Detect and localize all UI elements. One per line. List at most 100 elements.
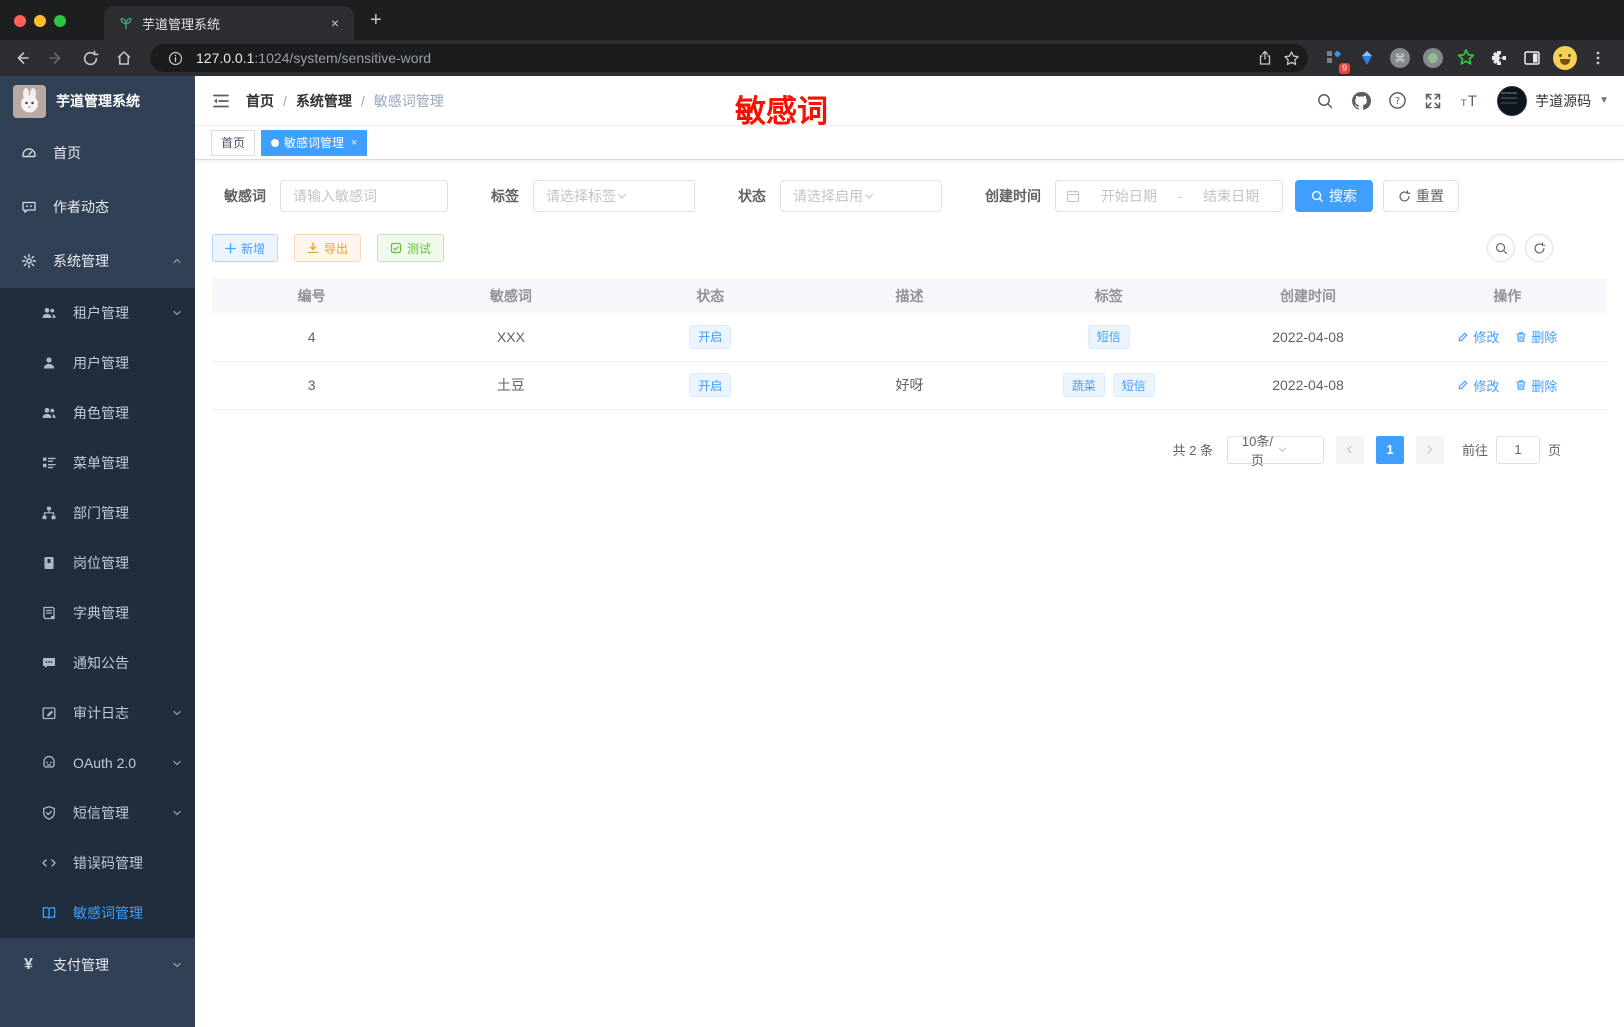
chevron-down-icon bbox=[863, 190, 933, 202]
sidebar-item-user[interactable]: 用户管理 bbox=[0, 338, 195, 388]
sidebar-item-author[interactable]: 作者动态 bbox=[0, 180, 195, 234]
delete-link[interactable]: 删除 bbox=[1515, 327, 1557, 346]
sidebar-item-label: 支付管理 bbox=[53, 957, 109, 973]
browser-tab[interactable]: 芋道管理系统 × bbox=[104, 6, 354, 40]
bookmark-star-icon[interactable] bbox=[1278, 45, 1304, 71]
address-bar[interactable]: 127.0.0.1:1024/system/sensitive-word bbox=[150, 44, 1308, 72]
sidebar-item-sensitive-word[interactable]: 敏感词管理 bbox=[0, 888, 195, 938]
github-icon[interactable] bbox=[1347, 87, 1375, 115]
url-text[interactable]: 127.0.0.1:1024/system/sensitive-word bbox=[196, 50, 1252, 66]
test-button[interactable]: 测试 bbox=[377, 234, 445, 262]
caret-down-icon: ▼ bbox=[1599, 95, 1609, 106]
sidebar-item-notice[interactable]: 通知公告 bbox=[0, 638, 195, 688]
search-button[interactable]: 搜索 bbox=[1295, 180, 1373, 212]
oauth-icon bbox=[40, 755, 57, 771]
export-button[interactable]: 导出 bbox=[294, 234, 362, 262]
delete-link[interactable]: 删除 bbox=[1515, 376, 1557, 395]
reset-button[interactable]: 重置 bbox=[1383, 180, 1459, 212]
extension-command-icon[interactable]: ⌘ bbox=[1386, 44, 1414, 72]
table-row: 3 土豆 开启 好呀 蔬菜 短信 2022-04-08 修改 删除 bbox=[212, 361, 1607, 410]
filter-tag-select[interactable]: 请选择标签 bbox=[533, 180, 695, 212]
tab-close-icon[interactable]: × bbox=[326, 14, 344, 32]
tag-close-icon[interactable]: × bbox=[351, 137, 357, 149]
next-page-button[interactable] bbox=[1415, 435, 1444, 464]
add-button[interactable]: 新增 bbox=[212, 234, 279, 262]
sidebar-item-audit-log[interactable]: 审计日志 bbox=[0, 688, 195, 738]
post-icon bbox=[40, 555, 57, 571]
minimize-window-button[interactable] bbox=[34, 15, 46, 27]
help-icon[interactable]: ? bbox=[1383, 87, 1411, 115]
filter-status-label: 状态 bbox=[738, 188, 766, 204]
chevron-down-icon bbox=[171, 707, 183, 719]
filter-tag-placeholder: 请选择标签 bbox=[546, 188, 616, 204]
col-header-created: 创建时间 bbox=[1208, 278, 1408, 313]
sidebar-logo[interactable]: 芋道管理系统 bbox=[0, 76, 195, 126]
extension-gem-icon[interactable] bbox=[1353, 44, 1381, 72]
refresh-button[interactable] bbox=[1525, 234, 1553, 262]
home-icon[interactable] bbox=[110, 44, 138, 72]
page-number-button[interactable]: 1 bbox=[1375, 435, 1404, 464]
browser-menu-icon[interactable] bbox=[1584, 44, 1612, 72]
sidebar-item-label: 作者动态 bbox=[53, 199, 109, 215]
profile-avatar-icon[interactable] bbox=[1551, 44, 1579, 72]
site-info-icon[interactable] bbox=[162, 45, 188, 71]
tags-view-bar: 首页 敏感词管理 × bbox=[195, 126, 1624, 160]
goto-page-input[interactable] bbox=[1495, 435, 1540, 464]
sidebar-item-oauth[interactable]: OAuth 2.0 bbox=[0, 738, 195, 788]
filter-daterange-picker[interactable]: 开始日期 - 结束日期 bbox=[1055, 180, 1283, 212]
reload-icon[interactable] bbox=[76, 44, 104, 72]
col-header-status: 状态 bbox=[610, 278, 810, 313]
zoom-window-button[interactable] bbox=[54, 15, 66, 27]
app: 芋道管理系统 首页 作者动态 系统管理 租户管理 用户管理 角色管理 菜单管理 … bbox=[0, 76, 1624, 1027]
sidebar-item-pay[interactable]: ¥ 支付管理 bbox=[0, 938, 195, 992]
hamburger-icon[interactable] bbox=[210, 90, 232, 112]
extension-green-star-icon[interactable] bbox=[1452, 44, 1480, 72]
extension-puzzle-icon[interactable] bbox=[1485, 44, 1513, 72]
side-panel-icon[interactable] bbox=[1518, 44, 1546, 72]
tag-badge: 短信 bbox=[1087, 324, 1130, 349]
show-search-toggle-button[interactable] bbox=[1487, 234, 1515, 262]
app-title: 芋道管理系统 bbox=[56, 93, 140, 109]
sidebar-item-errcode[interactable]: 错误码管理 bbox=[0, 838, 195, 888]
edit-link[interactable]: 修改 bbox=[1457, 327, 1499, 346]
extension-record-icon[interactable] bbox=[1419, 44, 1447, 72]
sidebar-item-label: 敏感词管理 bbox=[73, 905, 143, 921]
svg-text:T: T bbox=[1460, 99, 1467, 109]
table-toolbar: 新增 导出 测试 bbox=[212, 234, 1607, 262]
sidebar-item-sms[interactable]: 短信管理 bbox=[0, 788, 195, 838]
close-window-button[interactable] bbox=[14, 15, 26, 27]
new-tab-button[interactable]: + bbox=[354, 9, 398, 40]
user-menu[interactable]: 芋道源码 ▼ bbox=[1497, 85, 1609, 116]
share-icon[interactable] bbox=[1252, 45, 1278, 71]
pagination-goto: 前往 页 bbox=[1462, 435, 1561, 464]
sidebar-item-home[interactable]: 首页 bbox=[0, 126, 195, 180]
org-icon bbox=[40, 505, 57, 521]
sidebar-item-tenant[interactable]: 租户管理 bbox=[0, 288, 195, 338]
page-size-select[interactable]: 10条/页 bbox=[1226, 434, 1324, 468]
sidebar-item-system[interactable]: 系统管理 bbox=[0, 234, 195, 288]
window-controls[interactable] bbox=[0, 15, 80, 40]
filter-word-input[interactable] bbox=[280, 180, 448, 212]
sidebar-item-role[interactable]: 角色管理 bbox=[0, 388, 195, 438]
breadcrumb-system[interactable]: 系统管理 bbox=[296, 91, 352, 111]
fullscreen-icon[interactable] bbox=[1419, 87, 1447, 115]
tag-sensitive-word[interactable]: 敏感词管理 × bbox=[261, 129, 368, 156]
font-size-icon[interactable]: TT bbox=[1455, 87, 1483, 115]
sidebar-item-menu[interactable]: 菜单管理 bbox=[0, 438, 195, 488]
forward-icon[interactable] bbox=[42, 44, 70, 72]
sidebar-item-post[interactable]: 岗位管理 bbox=[0, 538, 195, 588]
sidebar-item-dept[interactable]: 部门管理 bbox=[0, 488, 195, 538]
search-icon[interactable] bbox=[1311, 87, 1339, 115]
cell-actions: 修改 删除 bbox=[1407, 313, 1607, 362]
extension-grid-icon[interactable]: 9 bbox=[1320, 44, 1350, 74]
tag-home[interactable]: 首页 bbox=[211, 129, 256, 156]
sidebar-item-label: 用户管理 bbox=[73, 355, 129, 371]
prev-page-button[interactable] bbox=[1335, 435, 1364, 464]
back-icon[interactable] bbox=[8, 44, 36, 72]
browser-tab-title: 芋道管理系统 bbox=[142, 16, 221, 32]
sidebar-item-dict[interactable]: 字典管理 bbox=[0, 588, 195, 638]
filter-status-select[interactable]: 请选择启用状态 bbox=[780, 180, 942, 212]
breadcrumb-home[interactable]: 首页 bbox=[246, 91, 274, 111]
edit-link[interactable]: 修改 bbox=[1457, 376, 1499, 395]
svg-text:?: ? bbox=[1394, 96, 1399, 107]
